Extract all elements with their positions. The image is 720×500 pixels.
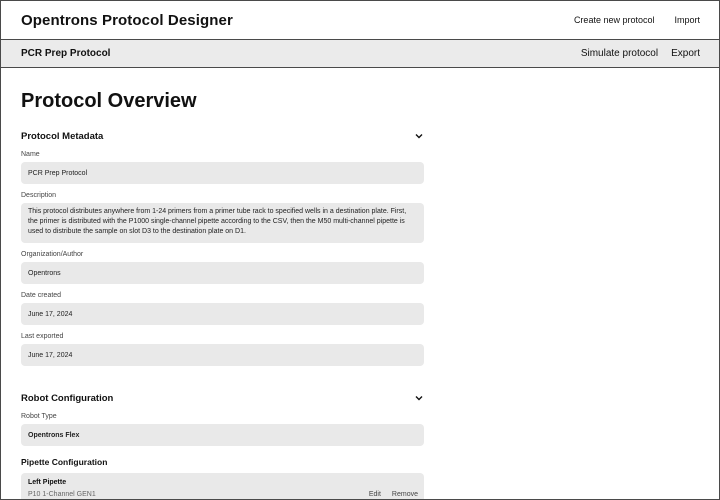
main-content: Protocol Overview Protocol Metadata Name…: [1, 90, 444, 499]
name-field[interactable]: PCR Prep Protocol: [21, 162, 424, 184]
left-pipette-label: Left Pipette: [28, 479, 67, 486]
section-title: Robot Configuration: [21, 392, 114, 404]
page-title: Protocol Overview: [21, 90, 197, 112]
simulate-protocol-link[interactable]: Simulate protocol: [581, 48, 658, 59]
top-nav: Create new protocol Import: [574, 15, 700, 25]
export-link[interactable]: Export: [671, 48, 700, 59]
chevron-down-icon[interactable]: [414, 131, 424, 141]
top-bar: Opentrons Protocol Designer Create new p…: [1, 1, 719, 40]
author-label: Organization/Author: [21, 251, 84, 258]
robot-section-header[interactable]: Robot Configuration: [21, 391, 424, 405]
pipette-actions: Edit Remove: [369, 491, 418, 498]
chevron-down-icon[interactable]: [414, 393, 424, 403]
protocol-bar: PCR Prep Protocol Simulate protocol Expo…: [1, 40, 719, 68]
name-label: Name: [21, 151, 40, 158]
app-title: Opentrons Protocol Designer: [21, 11, 233, 29]
left-pipette-value: P10 1-Channel GEN1: [28, 491, 96, 498]
create-new-protocol-link[interactable]: Create new protocol: [574, 15, 655, 25]
last-exported-field[interactable]: June 17, 2024: [21, 344, 424, 366]
description-label: Description: [21, 192, 57, 199]
remove-pipette-button[interactable]: Remove: [392, 491, 418, 498]
edit-pipette-button[interactable]: Edit: [369, 491, 381, 498]
date-created-label: Date created: [21, 292, 62, 299]
protocol-name: PCR Prep Protocol: [21, 48, 111, 59]
app-window: Opentrons Protocol Designer Create new p…: [0, 0, 720, 500]
section-title: Protocol Metadata: [21, 130, 104, 142]
left-pipette-card: Left Pipette P10 1-Channel GEN1 Edit Rem…: [21, 473, 424, 499]
description-field[interactable]: This protocol distributes anywhere from …: [21, 203, 424, 243]
protocol-actions: Simulate protocol Export: [581, 48, 700, 59]
last-exported-label: Last exported: [21, 333, 64, 340]
pipette-configuration-title: Pipette Configuration: [21, 457, 108, 467]
author-field[interactable]: Opentrons: [21, 262, 424, 284]
import-link[interactable]: Import: [674, 15, 700, 25]
metadata-section-header[interactable]: Protocol Metadata: [21, 129, 424, 143]
robot-type-label: Robot Type: [21, 413, 57, 420]
robot-type-field[interactable]: Opentrons Flex: [21, 424, 424, 446]
date-created-field[interactable]: June 17, 2024: [21, 303, 424, 325]
